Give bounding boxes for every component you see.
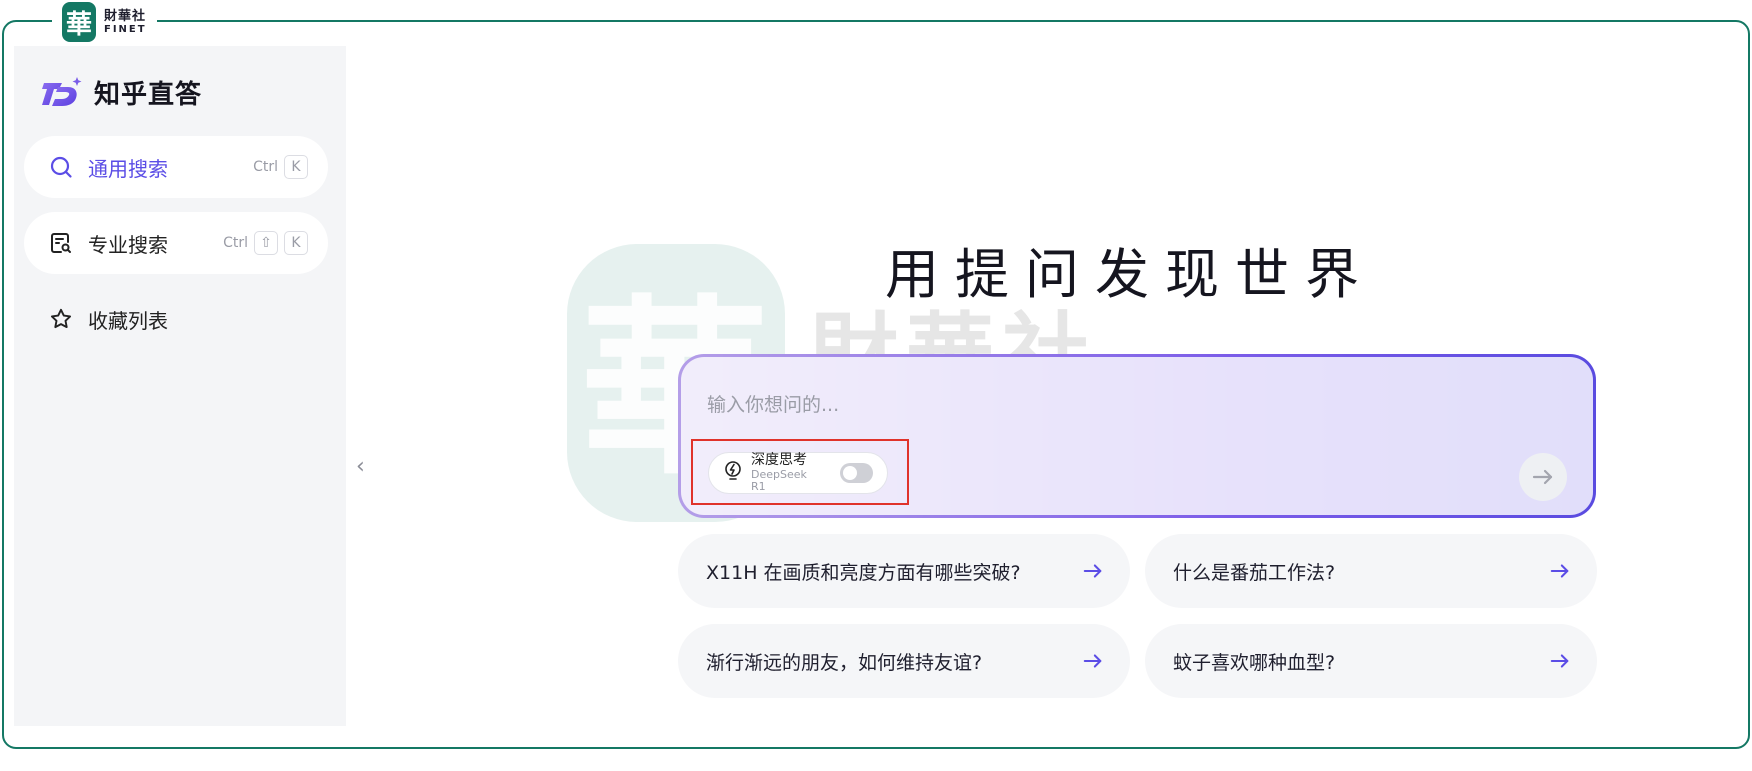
shortcut-hint: Ctrl K [253,155,308,179]
arrow-right-icon [1550,654,1569,668]
send-button[interactable] [1519,453,1567,501]
search-icon [48,154,74,180]
collapse-sidebar-chevron-icon[interactable]: ‹ [356,454,365,479]
suggestion-text: 什么是番茄工作法? [1173,561,1336,584]
arrow-right-icon [1083,654,1102,668]
key-ctrl: Ctrl [223,231,248,255]
sidebar: 知乎直答 通用搜索 Ctrl K 专业搜索 Ctrl ⇧ K 收藏列表 [14,46,346,726]
app-logo[interactable]: 知乎直答 [40,74,202,111]
zhida-logo-icon [42,76,82,106]
star-icon [48,306,74,332]
arrow-right-icon [1532,469,1553,485]
suggestion-chip[interactable]: 渐行渐远的朋友，如何维持友谊? [678,624,1130,698]
sidebar-item-favorites[interactable]: 收藏列表 [24,288,328,350]
finet-brand: 華 財華社 FINET [52,0,157,44]
key-ctrl: Ctrl [253,155,278,179]
suggestion-chip[interactable]: X11H 在画质和亮度方面有哪些突破? [678,534,1130,608]
shortcut-hint: Ctrl ⇧ K [223,231,308,255]
key-k: K [284,231,308,255]
finet-brand-text: 財華社 FINET [104,10,147,35]
sidebar-item-pro-search[interactable]: 专业搜索 Ctrl ⇧ K [24,212,328,274]
key-shift: ⇧ [254,231,278,255]
pro-search-icon [48,230,74,256]
sidebar-item-label: 专业搜索 [88,232,168,257]
question-input[interactable] [707,387,1527,423]
app-title: 知乎直答 [94,80,203,110]
sidebar-item-label: 通用搜索 [88,156,168,181]
page-title: 用提问发现世界 [885,243,1375,306]
annotation-highlight-box [691,439,909,505]
brand-name-en: FINET [104,23,147,35]
suggestion-chip[interactable]: 蚊子喜欢哪种血型? [1145,624,1597,698]
brand-name-cn: 財華社 [104,8,147,24]
arrow-right-icon [1083,564,1102,578]
finet-seal-logo: 華 [62,2,96,42]
sidebar-item-general-search[interactable]: 通用搜索 Ctrl K [24,136,328,198]
suggestion-chip[interactable]: 什么是番茄工作法? [1145,534,1597,608]
sidebar-item-label: 收藏列表 [88,308,168,333]
arrow-right-icon [1550,564,1569,578]
suggestion-text: 渐行渐远的朋友，如何维持友谊? [706,651,983,674]
suggestion-text: X11H 在画质和亮度方面有哪些突破? [706,561,1021,584]
suggestion-text: 蚊子喜欢哪种血型? [1173,651,1336,674]
key-k: K [284,155,308,179]
